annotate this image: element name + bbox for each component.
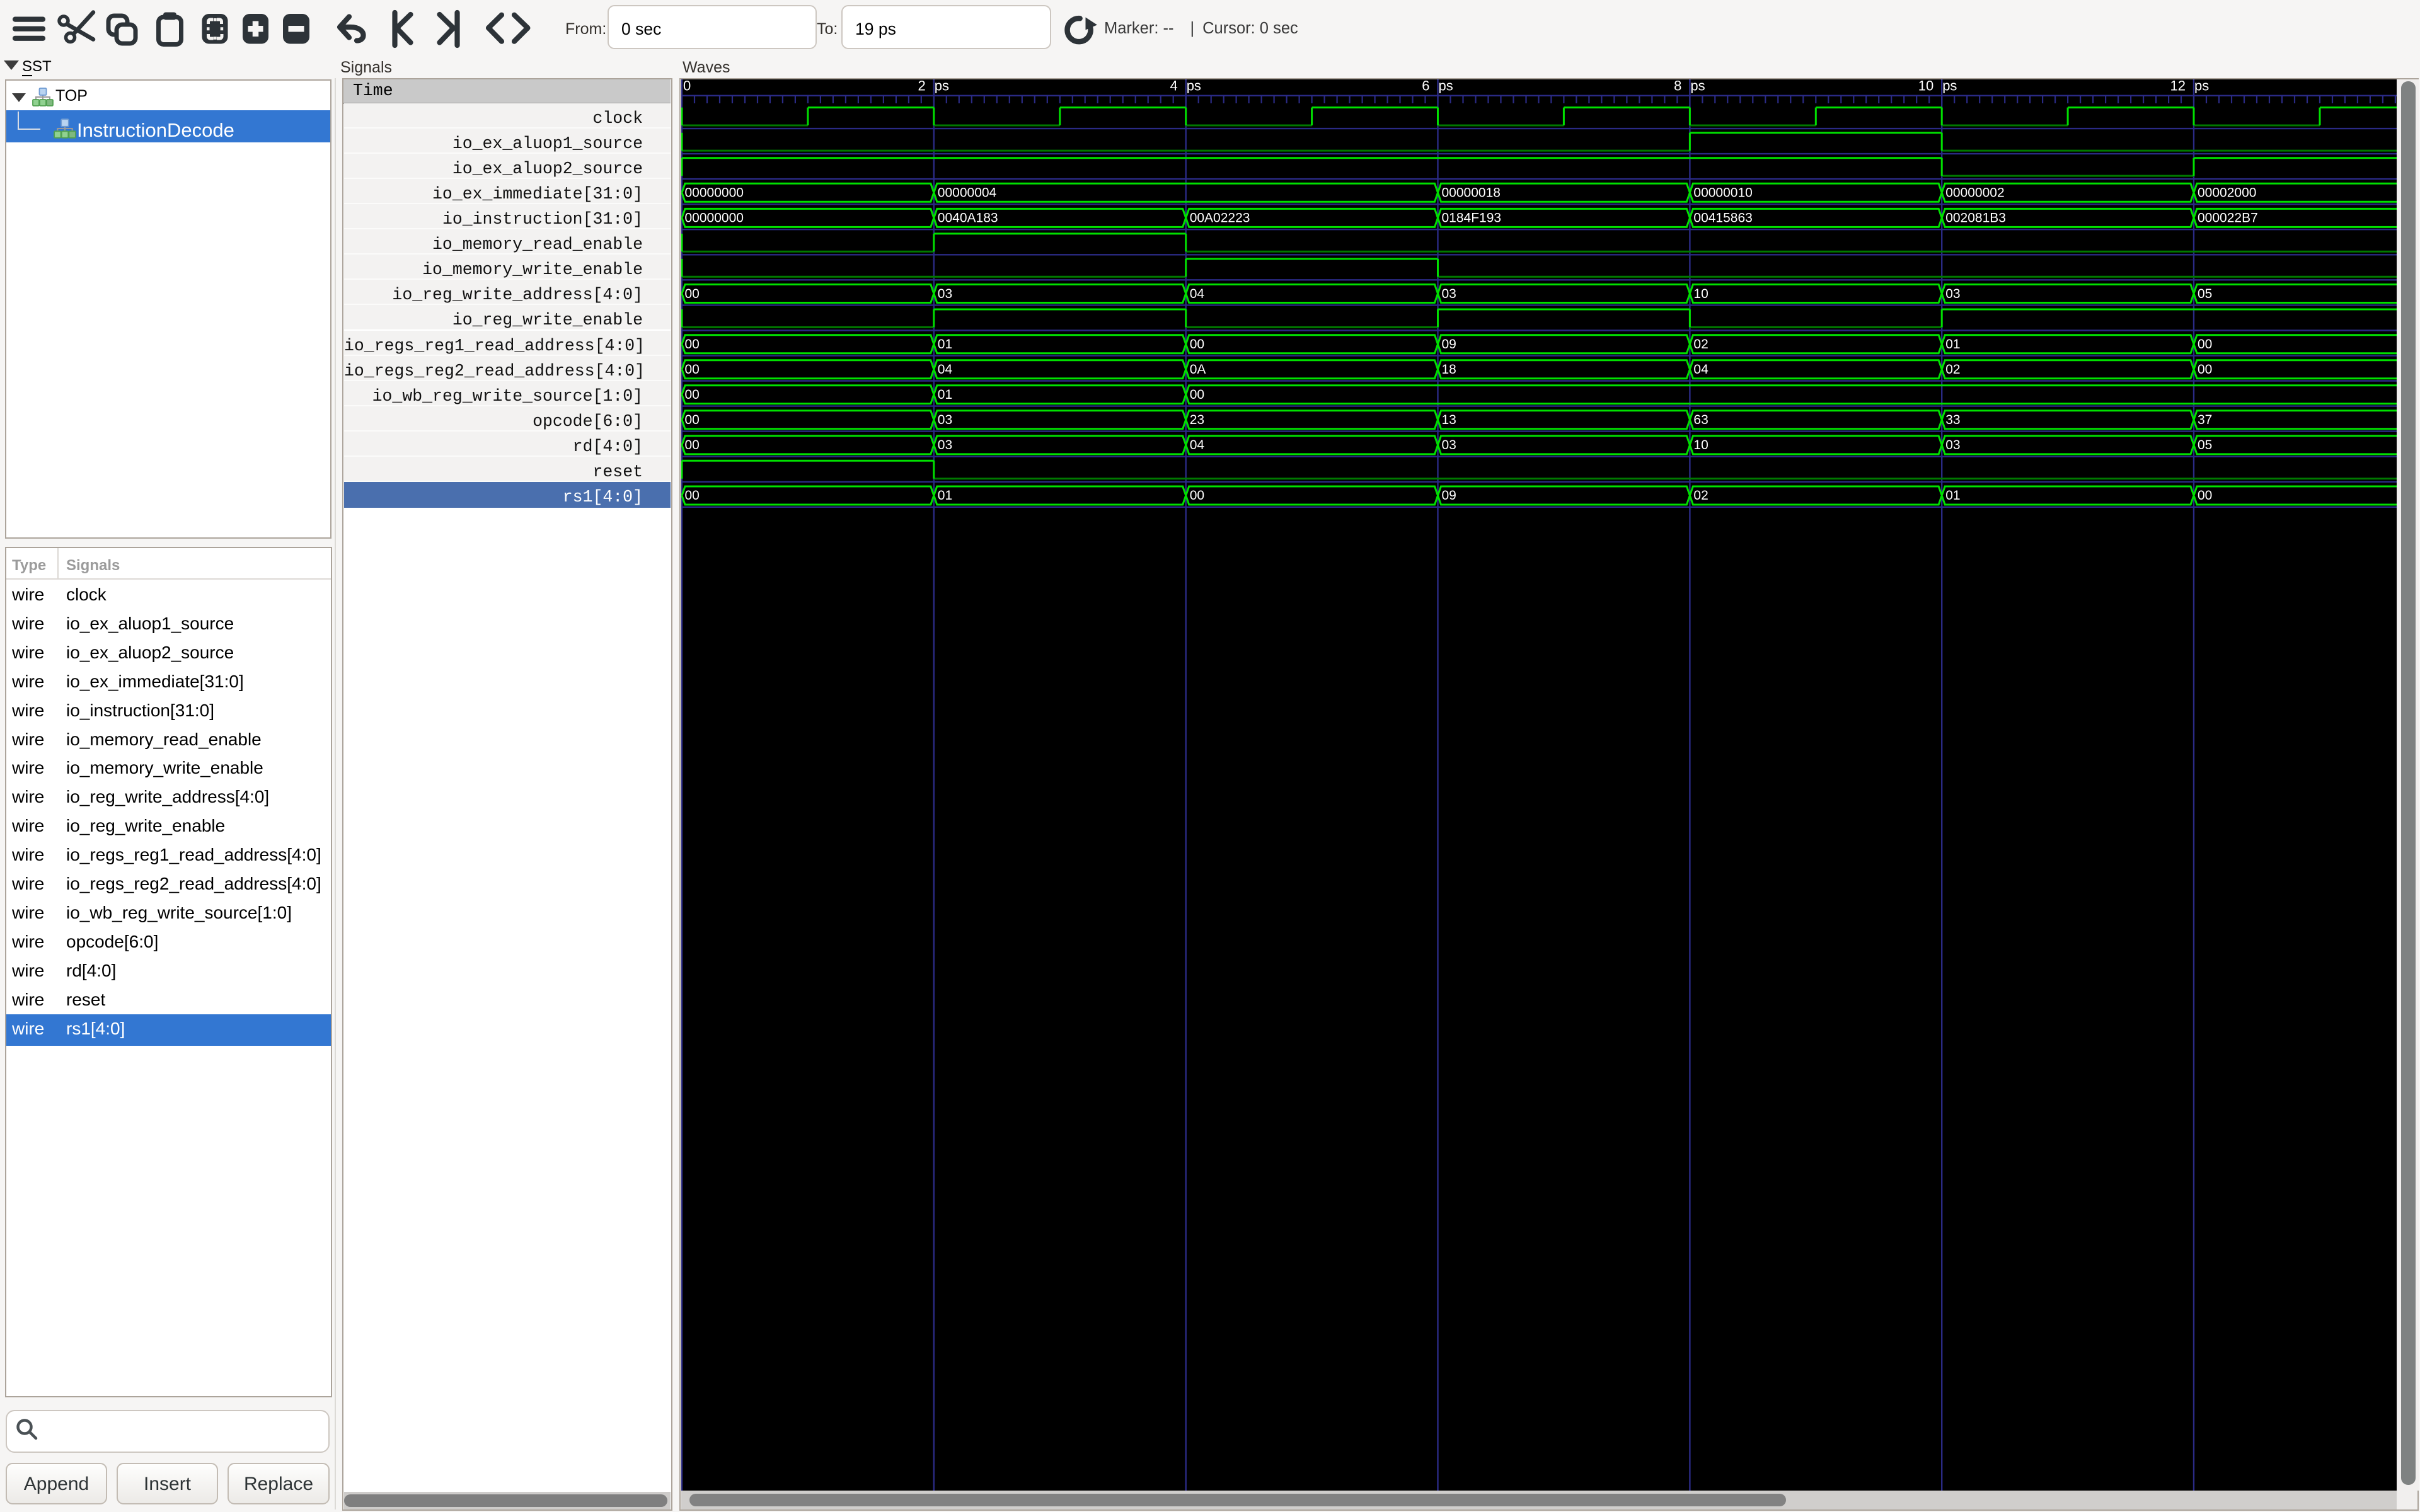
svg-text:03: 03 xyxy=(1945,287,1960,301)
svg-text:00: 00 xyxy=(685,287,700,301)
svg-text:0: 0 xyxy=(683,79,691,94)
svg-text:00000000: 00000000 xyxy=(685,186,744,200)
svg-text:01: 01 xyxy=(1945,488,1960,503)
svg-text:01: 01 xyxy=(938,337,952,352)
svg-text:03: 03 xyxy=(1945,438,1960,452)
svg-text:01: 01 xyxy=(938,488,952,503)
svg-text:00: 00 xyxy=(685,413,700,427)
svg-text:00415863: 00415863 xyxy=(1693,211,1752,226)
svg-text:02: 02 xyxy=(1693,488,1708,503)
svg-text:ps: ps xyxy=(2194,79,2209,94)
svg-text:00: 00 xyxy=(685,387,700,402)
svg-text:00002000: 00002000 xyxy=(2198,186,2256,200)
svg-text:04: 04 xyxy=(1190,287,1205,301)
svg-text:33: 33 xyxy=(1945,413,1960,427)
svg-text:ps: ps xyxy=(1942,79,1957,94)
svg-text:00: 00 xyxy=(2198,337,2212,352)
svg-text:12: 12 xyxy=(2170,79,2186,94)
svg-text:00: 00 xyxy=(685,337,700,352)
svg-text:8: 8 xyxy=(1674,79,1681,94)
svg-text:00000018: 00000018 xyxy=(1442,186,1501,200)
svg-text:00: 00 xyxy=(1190,387,1204,402)
svg-text:00000010: 00000010 xyxy=(1693,186,1752,200)
svg-text:6: 6 xyxy=(1422,79,1429,94)
svg-text:0040A183: 0040A183 xyxy=(938,211,998,226)
svg-text:04: 04 xyxy=(1693,362,1708,377)
svg-text:2: 2 xyxy=(918,79,926,94)
svg-text:63: 63 xyxy=(1693,413,1708,427)
svg-text:00: 00 xyxy=(685,438,700,452)
svg-text:00: 00 xyxy=(685,488,700,503)
svg-text:23: 23 xyxy=(1190,413,1204,427)
svg-text:03: 03 xyxy=(938,438,952,452)
svg-text:04: 04 xyxy=(1190,438,1205,452)
svg-text:03: 03 xyxy=(1442,438,1456,452)
svg-text:10: 10 xyxy=(1918,79,1933,94)
svg-text:02: 02 xyxy=(1693,337,1708,352)
svg-text:00000002: 00000002 xyxy=(1945,186,2004,200)
svg-text:ps: ps xyxy=(1187,79,1201,94)
svg-text:04: 04 xyxy=(938,362,953,377)
svg-text:03: 03 xyxy=(1442,287,1456,301)
svg-text:00: 00 xyxy=(685,362,700,377)
svg-text:00: 00 xyxy=(1190,488,1204,503)
svg-text:ps: ps xyxy=(935,79,949,94)
svg-text:00: 00 xyxy=(2198,362,2212,377)
svg-text:10: 10 xyxy=(1693,287,1708,301)
svg-text:03: 03 xyxy=(938,287,952,301)
svg-text:10: 10 xyxy=(1693,438,1708,452)
svg-text:00: 00 xyxy=(2198,488,2212,503)
svg-text:000022B7: 000022B7 xyxy=(2198,211,2258,226)
svg-text:05: 05 xyxy=(2198,438,2212,452)
svg-text:09: 09 xyxy=(1442,488,1456,503)
svg-text:01: 01 xyxy=(1945,337,1960,352)
svg-text:ps: ps xyxy=(1439,79,1453,94)
svg-text:02: 02 xyxy=(1945,362,1960,377)
svg-text:13: 13 xyxy=(1442,413,1456,427)
svg-text:ps: ps xyxy=(1690,79,1705,94)
svg-text:00000000: 00000000 xyxy=(685,211,744,226)
svg-text:00A02223: 00A02223 xyxy=(1190,211,1250,226)
svg-text:01: 01 xyxy=(938,387,952,402)
svg-text:002081B3: 002081B3 xyxy=(1945,211,2006,226)
svg-text:09: 09 xyxy=(1442,337,1456,352)
svg-text:0A: 0A xyxy=(1190,362,1206,377)
svg-text:4: 4 xyxy=(1170,79,1177,94)
svg-text:00000004: 00000004 xyxy=(938,186,997,200)
svg-text:18: 18 xyxy=(1442,362,1456,377)
svg-text:37: 37 xyxy=(2198,413,2212,427)
svg-text:00: 00 xyxy=(1190,337,1204,352)
svg-text:03: 03 xyxy=(938,413,952,427)
svg-text:0184F193: 0184F193 xyxy=(1442,211,1502,226)
svg-text:05: 05 xyxy=(2198,287,2212,301)
